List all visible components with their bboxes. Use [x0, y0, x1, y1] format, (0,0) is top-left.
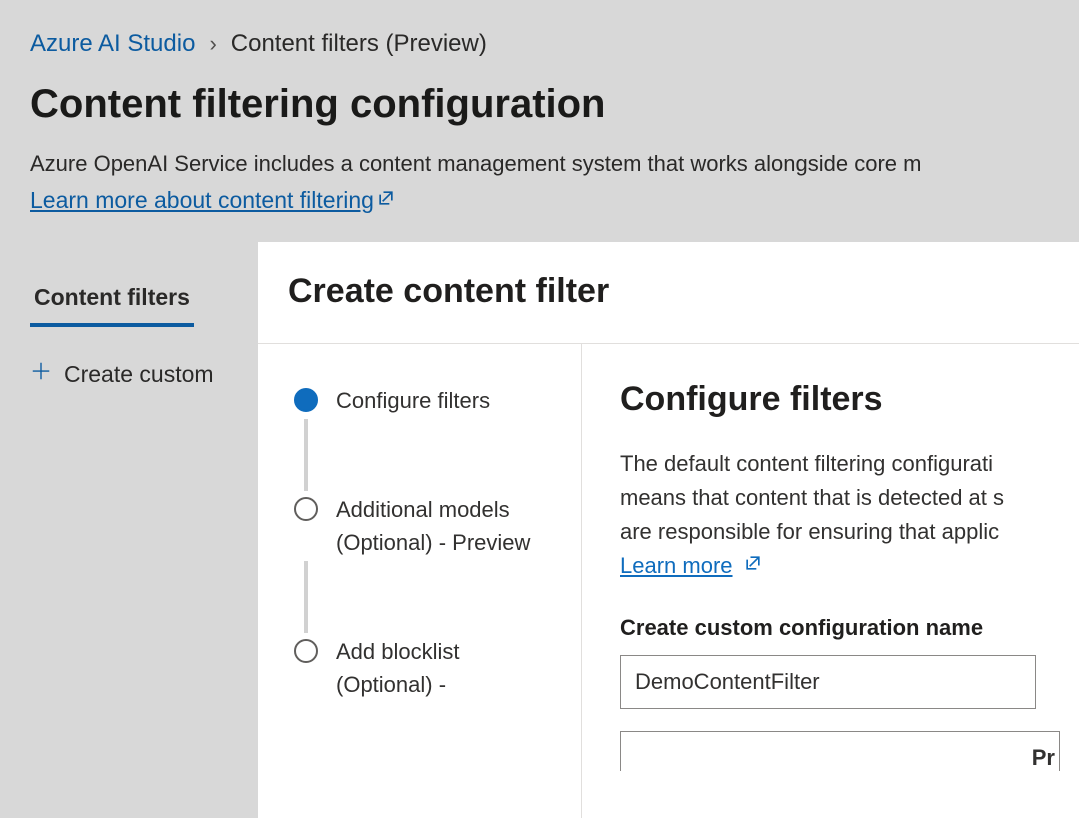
modal-title: Create content filter [258, 242, 1079, 344]
step-add-blocklist[interactable]: Add blocklist (Optional) - [294, 635, 551, 701]
desc-line: means that content that is detected at s [620, 481, 1060, 515]
step-content-panel: Configure filters The default content fi… [582, 344, 1060, 818]
learn-more-link[interactable]: Learn more [620, 553, 763, 579]
external-link-icon [743, 553, 763, 579]
desc-line: are responsible for ensuring that applic [620, 515, 1060, 549]
step-connector [304, 419, 308, 491]
step-additional-models[interactable]: Additional models (Optional) - Preview [294, 493, 551, 559]
step-description: The default content filtering configurat… [620, 447, 1060, 549]
step-indicator-active-icon [294, 388, 318, 412]
partial-text: Pr [1032, 745, 1055, 771]
step-indicator-empty-icon [294, 497, 318, 521]
create-content-filter-modal: Create content filter Configure filters … [258, 242, 1079, 818]
config-name-input[interactable] [620, 655, 1036, 709]
step-label: Additional models (Optional) - Preview [336, 493, 551, 559]
step-label: Add blocklist (Optional) - [336, 635, 551, 701]
step-navigation: Configure filters Additional models (Opt… [258, 344, 582, 818]
step-indicator-empty-icon [294, 639, 318, 663]
desc-line: The default content filtering configurat… [620, 447, 1060, 481]
step-label: Configure filters [336, 384, 490, 417]
learn-more-label: Learn more [620, 553, 733, 579]
step-connector [304, 561, 308, 633]
step-heading: Configure filters [620, 380, 1060, 419]
config-name-label: Create custom configuration name [620, 615, 1060, 641]
partial-box: Pr [620, 731, 1060, 771]
step-configure-filters[interactable]: Configure filters [294, 384, 551, 417]
